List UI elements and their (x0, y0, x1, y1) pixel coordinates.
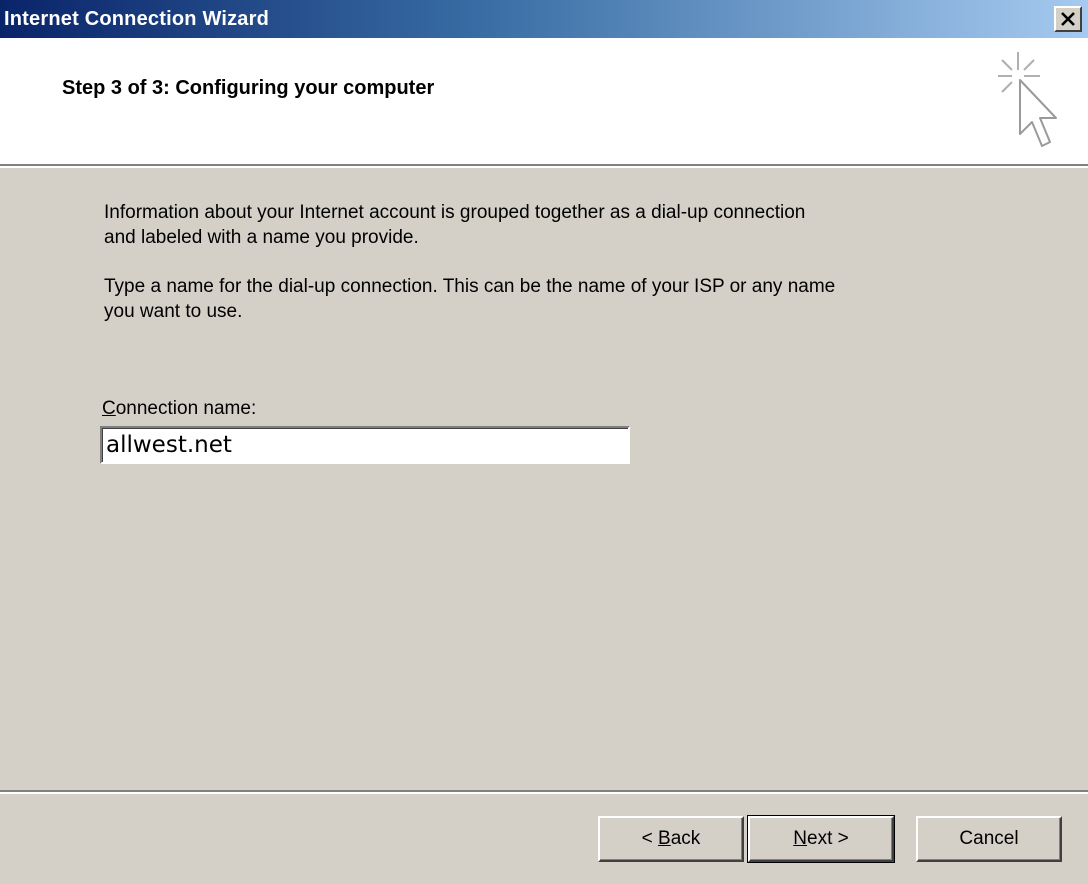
next-button-mnemonic: N (793, 828, 807, 849)
window-title: Internet Connection Wizard (4, 8, 270, 30)
connection-name-label-text: onnection name: (115, 398, 257, 419)
instruction-line-2: you want to use. (104, 301, 243, 322)
title-bar[interactable]: Internet Connection Wizard (0, 0, 1088, 38)
close-button[interactable] (1054, 6, 1082, 32)
page-title: Step 3 of 3: Configuring your computer (62, 77, 435, 99)
wizard-header: Step 3 of 3: Configuring your computer (0, 38, 1088, 168)
wizard-window: Internet Connection Wizard Step 3 of 3: … (0, 0, 1088, 884)
close-icon (1060, 9, 1076, 29)
connection-name-label-mnemonic: C (102, 398, 116, 419)
back-button-prefix: < (641, 828, 659, 849)
instruction-line-1: Type a name for the dial-up connection. … (104, 276, 836, 297)
info-line-2: and labeled with a name you provide. (104, 227, 419, 248)
instruction-paragraph: Type a name for the dial-up connection. … (104, 274, 835, 324)
back-button-mnemonic: B (658, 828, 671, 849)
info-line-1: Information about your Internet account … (104, 202, 806, 223)
cancel-button-label: Cancel (959, 828, 1019, 849)
cancel-button[interactable]: Cancel (916, 816, 1062, 862)
next-button[interactable]: Next > (747, 815, 895, 863)
wizard-cursor-sparkle-icon (998, 52, 1057, 147)
back-button[interactable]: < Back (598, 816, 744, 862)
button-area-separator (0, 790, 1088, 794)
connection-name-label: Connection name: (102, 396, 256, 421)
wizard-content: Information about your Internet account … (0, 170, 1088, 788)
connection-name-input[interactable] (100, 426, 630, 464)
back-button-label: ack (670, 828, 701, 849)
info-paragraph: Information about your Internet account … (104, 200, 805, 250)
next-button-label: ext > (807, 828, 849, 849)
